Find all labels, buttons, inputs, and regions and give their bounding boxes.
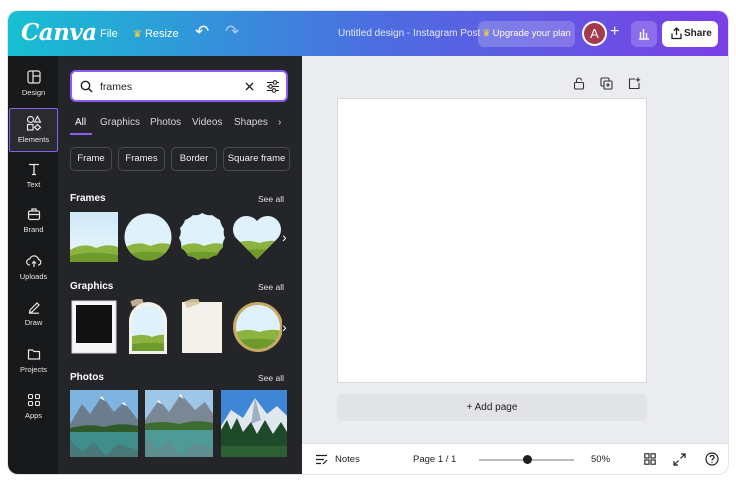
graphic-thumbnail-paper-note[interactable]: [178, 299, 226, 355]
file-menu[interactable]: File: [100, 28, 118, 40]
tab-all[interactable]: All: [75, 117, 86, 128]
pen-icon: [28, 302, 40, 314]
help-icon[interactable]: [705, 452, 719, 466]
cloud-upload-icon: [25, 255, 41, 267]
graphic-thumbnail-polaroid[interactable]: [70, 300, 118, 354]
frame-thumbnail-scalloped[interactable]: [178, 212, 226, 262]
section-title-photos: Photos: [70, 372, 104, 383]
canva-logo[interactable]: Canva: [21, 19, 97, 46]
chip-square-frame[interactable]: Square frame: [223, 147, 290, 171]
sidebar-item-label: Projects: [19, 365, 48, 374]
sidebar-item-elements[interactable]: Elements: [9, 108, 58, 152]
resize-button[interactable]: ♛ Resize: [133, 28, 179, 40]
lock-icon[interactable]: [573, 77, 585, 90]
sidebar-item-label: Apps: [24, 411, 43, 420]
tab-videos[interactable]: Videos: [192, 117, 222, 128]
crown-icon: ♛: [482, 28, 491, 39]
duplicate-page-icon[interactable]: [600, 77, 613, 90]
category-tabs: All Graphics Photos Videos Shapes ›: [70, 117, 296, 135]
sidebar-item-text[interactable]: Text: [9, 156, 58, 200]
top-bar: Canva File ♛ Resize ↶ ↷ Untitled design -…: [8, 11, 728, 56]
sidebar-item-design[interactable]: Design: [9, 64, 58, 108]
notes-button[interactable]: Notes: [335, 454, 360, 465]
notes-icon[interactable]: [315, 454, 328, 465]
design-page[interactable]: [337, 98, 647, 383]
upgrade-label: Upgrade your plan: [492, 28, 571, 39]
upgrade-plan-button[interactable]: ♛ Upgrade your plan: [478, 21, 575, 47]
apps-grid-icon: [27, 393, 40, 407]
share-button[interactable]: Share: [662, 21, 718, 47]
canvas-area: + Add page Notes Page 1 / 1 50%: [302, 56, 728, 474]
section-title-graphics: Graphics: [70, 281, 114, 292]
shapes-icon: [26, 115, 42, 131]
tab-shapes[interactable]: Shapes: [234, 117, 268, 128]
photo-thumbnail-mountain-lake-2[interactable]: [145, 390, 213, 457]
layout-icon: [26, 70, 41, 84]
chip-frames[interactable]: Frames: [118, 147, 165, 171]
search-input[interactable]: frames: [100, 81, 132, 93]
crown-icon: ♛: [133, 29, 142, 40]
avatar[interactable]: A: [582, 21, 607, 46]
search-icon: [80, 80, 93, 93]
tabs-next-icon[interactable]: ›: [278, 117, 281, 128]
tab-graphics[interactable]: Graphics: [100, 117, 140, 128]
frame-thumbnail-square[interactable]: [70, 212, 118, 262]
page-indicator[interactable]: Page 1 / 1: [413, 454, 456, 465]
elements-panel: frames All Graphics Photos Videos Shapes…: [58, 56, 302, 474]
chip-frame[interactable]: Frame: [70, 147, 112, 171]
share-label: Share: [684, 28, 712, 39]
left-rail: Design Elements Text Brand Uploads Draw …: [8, 56, 58, 474]
fullscreen-icon[interactable]: [673, 453, 686, 466]
bar-chart-icon: [639, 29, 649, 40]
folder-icon: [27, 349, 40, 360]
zoom-level[interactable]: 50%: [591, 454, 610, 465]
section-title-frames: Frames: [70, 193, 106, 204]
frame-thumbnail-circle[interactable]: [124, 212, 172, 262]
sidebar-item-brand[interactable]: Brand: [9, 201, 58, 245]
undo-icon[interactable]: ↶: [195, 22, 209, 42]
resize-label: Resize: [144, 28, 179, 40]
redo-icon[interactable]: ↷: [225, 22, 239, 42]
add-collaborator-icon[interactable]: +: [610, 23, 619, 41]
chip-border[interactable]: Border: [171, 147, 217, 171]
sidebar-item-projects[interactable]: Projects: [9, 341, 58, 385]
frames-next-icon[interactable]: ›: [282, 229, 287, 245]
text-icon: [28, 163, 39, 176]
tab-photos[interactable]: Photos: [150, 117, 181, 128]
see-all-photos-link[interactable]: See all: [258, 373, 284, 383]
sidebar-item-uploads[interactable]: Uploads: [9, 248, 58, 292]
frame-thumbnail-heart[interactable]: [232, 212, 282, 262]
zoom-slider-handle[interactable]: [523, 455, 532, 464]
active-tab-indicator: [70, 133, 92, 135]
grid-view-icon[interactable]: [644, 453, 656, 465]
share-upload-icon: [671, 27, 682, 40]
canva-editor-window: Canva File ♛ Resize ↶ ↷ Untitled design -…: [8, 11, 728, 474]
bottom-bar: Notes Page 1 / 1 50%: [302, 443, 728, 474]
add-page-icon[interactable]: [628, 77, 641, 90]
search-box[interactable]: frames: [70, 70, 288, 102]
see-all-graphics-link[interactable]: See all: [258, 282, 284, 292]
graphic-thumbnail-arch[interactable]: [124, 299, 172, 355]
sidebar-item-label: Brand: [23, 225, 44, 234]
sidebar-item-label: Design: [21, 88, 46, 97]
sidebar-item-apps[interactable]: Apps: [9, 387, 58, 431]
sidebar-item-label: Text: [26, 180, 41, 189]
insights-button[interactable]: [631, 21, 657, 47]
photo-thumbnail-mountain-lake-1[interactable]: [70, 390, 138, 457]
photo-thumbnail-snowy-peaks[interactable]: [221, 390, 287, 457]
add-page-button[interactable]: + Add page: [337, 394, 647, 421]
sidebar-item-label: Draw: [24, 318, 43, 327]
filter-sliders-icon[interactable]: [266, 80, 280, 93]
sidebar-item-label: Elements: [17, 135, 50, 144]
document-title[interactable]: Untitled design - Instagram Post: [338, 28, 480, 39]
briefcase-icon: [27, 208, 40, 221]
sidebar-item-label: Uploads: [19, 272, 48, 281]
graphic-thumbnail-round-frame[interactable]: [232, 300, 282, 354]
graphics-next-icon[interactable]: ›: [282, 319, 287, 335]
clear-icon[interactable]: [245, 82, 254, 91]
sidebar-item-draw[interactable]: Draw: [9, 294, 58, 338]
see-all-frames-link[interactable]: See all: [258, 194, 284, 204]
